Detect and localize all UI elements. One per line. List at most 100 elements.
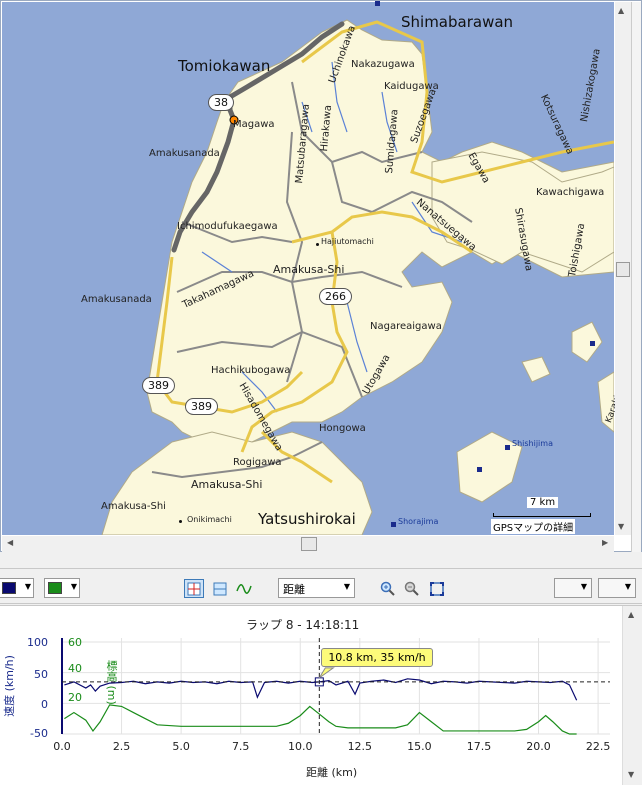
route-shield: 389 [185, 398, 218, 415]
x-axis-select[interactable]: 距離 ▼ [278, 578, 355, 598]
map-label-river: Ichimodufukaegawa [177, 221, 278, 232]
map-label-town: Magawa [233, 119, 275, 130]
y-axis-label: 速度 (km/h) [2, 655, 16, 717]
chevron-down-icon: ▼ [580, 582, 587, 591]
x-tick-label: 15.0 [407, 740, 432, 753]
scale-bar [493, 513, 591, 517]
map-label-river: Hachikubogawa [211, 365, 291, 376]
route-shield: 38 [208, 94, 234, 111]
scroll-up-icon[interactable]: ▲ [618, 6, 624, 15]
color-swatch [48, 582, 62, 594]
poi-marker [505, 445, 510, 450]
scroll-thumb[interactable] [616, 262, 630, 277]
map-scale: 7 km GPSマップの詳細 [491, 495, 593, 535]
map-label-coast: Amakusanada [81, 294, 152, 305]
split-icon [213, 582, 227, 595]
crosshair-icon [187, 582, 201, 595]
dropdown-2[interactable]: ▼ [598, 578, 636, 598]
y2-tick-label: 60 [68, 636, 82, 649]
map-attribution[interactable]: GPSマップの詳細 [491, 519, 576, 534]
x-tick-label: 12.5 [347, 740, 373, 753]
fit-icon [430, 581, 444, 596]
poi-label: Shishijima [512, 439, 553, 448]
chart-pane[interactable]: ラップ 8 - 14:18:11 100 50 0 -50 60 40 20 0… [0, 605, 642, 785]
x-axis-label: 距離 (km) [306, 766, 358, 779]
map-label-sea-2: Tomiokawan [178, 57, 271, 75]
y2-tick-label: 20 [68, 691, 82, 704]
y2-tick-label: 40 [68, 662, 82, 675]
zoom-out-button[interactable] [402, 579, 422, 598]
map-label-river: Kawachigawa [536, 187, 605, 198]
map-label-city: Amakusa-Shi [191, 478, 263, 491]
speed-color-dropdown[interactable]: ▼ [0, 578, 34, 598]
color-swatch [2, 582, 16, 594]
chart-vertical-scrollbar[interactable]: ▲ ▼ [622, 606, 642, 785]
wave-button[interactable] [234, 579, 254, 598]
map-label-river: Rogigawa [233, 457, 282, 468]
map-label-city: Amakusa-Shi [273, 263, 345, 276]
y-tick-label: 50 [34, 668, 48, 681]
y-tick-label: 0 [41, 698, 48, 711]
map-label-river: Nakazugawa [351, 59, 415, 70]
zoom-out-icon [404, 581, 419, 596]
x-tick-label: 10.0 [288, 740, 313, 753]
zoom-in-button[interactable] [378, 579, 398, 598]
map-label-town: Hajiutomachi [321, 237, 374, 246]
map-label-river: Hongowa [319, 423, 366, 434]
poi-marker [590, 341, 595, 346]
crosshair-button[interactable] [184, 579, 204, 598]
zoom-in-icon [380, 581, 395, 596]
map-label-sea-1: Shimabarawan [401, 13, 514, 31]
x-tick-label: 5.0 [172, 740, 190, 753]
cursor-tooltip: 10.8 km, 35 km/h [321, 647, 433, 667]
poi-marker [477, 467, 482, 472]
y2-axis-label: 標高 (m) [105, 660, 118, 705]
map-vertical-scrollbar[interactable]: ▲ ▼ [615, 2, 631, 535]
elevation-series [64, 704, 577, 735]
route-shield: 266 [319, 288, 352, 305]
map-label-city: Amakusa-Shi [101, 501, 166, 512]
chevron-down-icon: ▼ [624, 582, 631, 591]
split-view-button[interactable] [210, 579, 230, 598]
x-tick-label: 20.0 [526, 740, 551, 753]
app-window: Shimabarawan Tomiokawan Yatsushirokai Uc… [0, 0, 642, 785]
town-dot [316, 243, 319, 246]
poi-marker [391, 522, 396, 527]
scroll-down-icon[interactable]: ▼ [618, 522, 624, 531]
x-tick-label: 22.5 [585, 740, 611, 753]
scroll-right-icon[interactable]: ▶ [602, 538, 608, 547]
elevation-color-dropdown[interactable]: ▼ [44, 578, 80, 598]
town-dot [179, 520, 182, 523]
map-label-town: Onikimachi [187, 515, 232, 524]
chevron-down-icon: ▼ [343, 582, 350, 591]
scroll-left-icon[interactable]: ◀ [7, 538, 13, 547]
x-tick-label: 7.5 [231, 740, 250, 753]
x-tick-label: 2.5 [112, 740, 131, 753]
scroll-up-icon[interactable]: ▲ [628, 610, 634, 619]
x-tick-label: 0.0 [53, 740, 71, 753]
x-axis-select-value: 距離 [283, 583, 305, 596]
scroll-thumb[interactable] [301, 537, 317, 551]
y-tick-label: -50 [30, 727, 48, 740]
map-horizontal-scrollbar[interactable]: ◀ ▶ [2, 536, 614, 552]
map-label-coast: Amakusanada [149, 148, 220, 159]
fit-button[interactable] [427, 579, 447, 598]
poi-marker [375, 1, 380, 6]
chart-title: ラップ 8 - 14:18:11 [246, 618, 360, 632]
map-label-sea-3: Yatsushirokai [258, 510, 356, 528]
wave-icon [236, 583, 252, 594]
map-view[interactable]: Shimabarawan Tomiokawan Yatsushirokai Uc… [0, 0, 642, 552]
route-shield: 389 [142, 377, 175, 394]
poi-label: Shorajima [398, 517, 439, 526]
x-tick-label: 17.5 [466, 740, 492, 753]
chevron-down-icon: ▼ [70, 582, 77, 591]
series-line [64, 704, 577, 735]
dropdown-1[interactable]: ▼ [554, 578, 592, 598]
scale-label: 7 km [527, 497, 559, 508]
pane-splitter[interactable] [631, 2, 641, 552]
chart-toolbar: ▼ ▼ 距離 ▼ ▼ ▼ [0, 568, 642, 604]
scroll-down-icon[interactable]: ▼ [628, 770, 634, 779]
map-label-river: Nagareaigawa [370, 321, 442, 332]
chevron-down-icon: ▼ [24, 582, 31, 591]
y-tick-label: 100 [27, 636, 48, 649]
